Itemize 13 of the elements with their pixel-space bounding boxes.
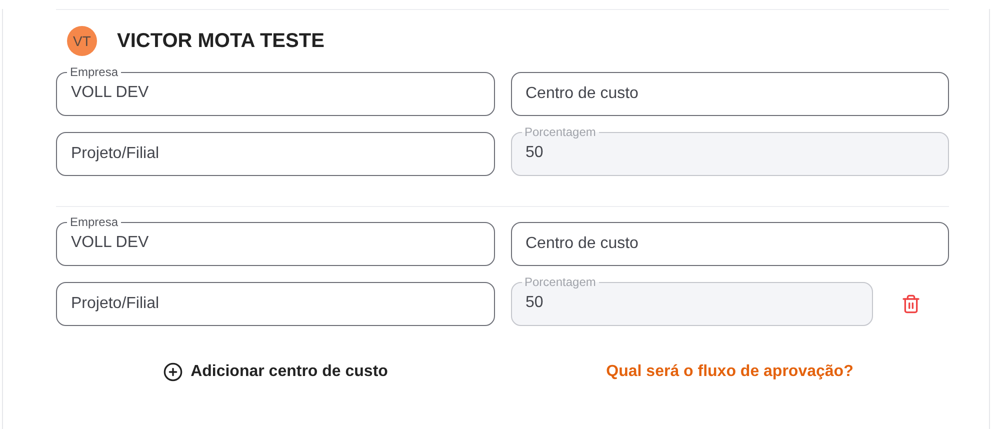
add-cost-center-button[interactable]: Adicionar centro de custo [162, 360, 388, 384]
field-label: Empresa [69, 214, 120, 230]
avatar: VT [67, 26, 97, 56]
input-field[interactable]: Projeto/Filial [56, 132, 494, 176]
input-field[interactable]: Centro de custo [510, 222, 949, 266]
input-field[interactable]: Centro de custo [510, 72, 949, 116]
field-label: Porcentagem [524, 124, 597, 140]
field-label: Empresa [69, 64, 120, 80]
input-field[interactable]: Projeto/Filial [56, 282, 494, 326]
field-label: Porcentagem [524, 274, 597, 290]
delete-icon[interactable] [901, 294, 921, 314]
person-name: VICTOR MOTA TESTE [117, 29, 324, 54]
plus-icon [162, 362, 183, 382]
